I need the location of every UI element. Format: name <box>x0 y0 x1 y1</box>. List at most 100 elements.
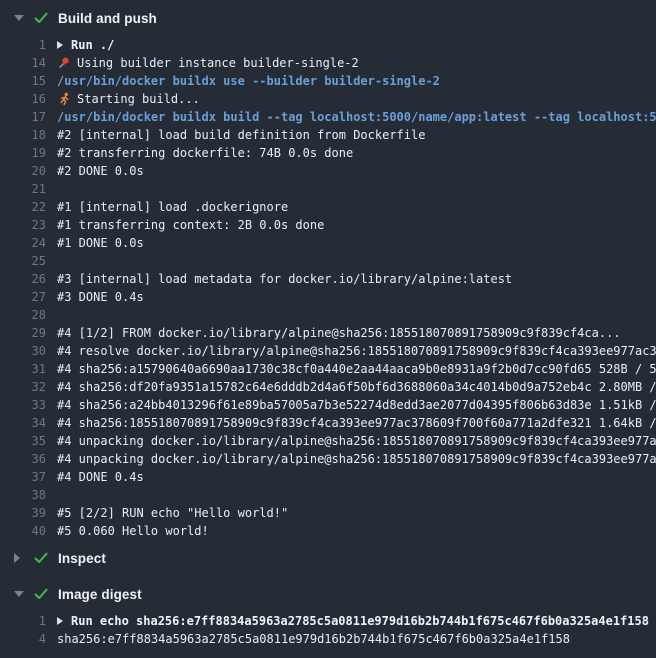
line-number[interactable]: 22 <box>0 198 46 216</box>
group-header-image-digest[interactable]: Image digest <box>0 576 656 612</box>
line-number[interactable]: 1 <box>0 612 46 630</box>
line-number[interactable]: 15 <box>0 72 46 90</box>
log-line-content: #5 0.060 Hello world! <box>57 522 209 540</box>
triangle-down-icon <box>14 15 24 21</box>
log-viewer: Build and push1Run ./14Using builder ins… <box>0 0 656 658</box>
line-number[interactable]: 31 <box>0 360 46 378</box>
line-number[interactable]: 26 <box>0 270 46 288</box>
log-line-content: #3 [internal] load metadata for docker.i… <box>57 270 512 288</box>
line-number[interactable]: 27 <box>0 288 46 306</box>
line-number[interactable]: 19 <box>0 144 46 162</box>
line-number[interactable]: 35 <box>0 432 46 450</box>
log-line: 14 Using builder instance builder-single-… <box>0 54 656 72</box>
log-line: 40 #5 0.060 Hello world! <box>0 522 656 540</box>
log-line: 16 Starting build... <box>0 90 656 108</box>
log-line-content: #1 transferring context: 2B 0.0s done <box>57 216 324 234</box>
line-number[interactable]: 30 <box>0 342 46 360</box>
log-line-content: sha256:e7ff8834a5963a2785c5a0811e979d16b… <box>57 630 570 648</box>
log-line-content: #5 [2/2] RUN echo "Hello world!" <box>57 504 288 522</box>
log-line: 33#4 sha256:a24bb4013296f61e89ba57005a7b… <box>0 396 656 414</box>
log-line: 31 #4 sha256:a15790640a6690aa1730c38cf0a4… <box>0 360 656 378</box>
group-label: Image digest <box>58 587 142 602</box>
log-line: 22 #1 [internal] load .dockerignore <box>0 198 656 216</box>
log-line: 23 #1 transferring context: 2B 0.0s done <box>0 216 656 234</box>
line-number[interactable]: 24 <box>0 234 46 252</box>
log-line: 26 #3 [internal] load metadata for docker… <box>0 270 656 288</box>
log-text: #4 sha256:df20fa9351a15782c64e6dddb2d4a6… <box>57 378 656 396</box>
line-number[interactable]: 32 <box>0 378 46 396</box>
log-line-content: /usr/bin/docker buildx use --builder bui… <box>57 72 440 90</box>
group-header-inspect[interactable]: Inspect <box>0 540 656 576</box>
log-text: #4 resolve docker.io/library/alpine@sha2… <box>57 342 656 360</box>
log-line-content: #4 unpacking docker.io/library/alpine@sh… <box>57 432 656 450</box>
expand-run-icon[interactable] <box>57 617 63 625</box>
line-number[interactable]: 14 <box>0 54 46 72</box>
log-line: 36 #4 unpacking docker.io/library/alpine@… <box>0 450 656 468</box>
log-line: 34 #4 sha256:185518070891758909c9f839cf4c… <box>0 414 656 432</box>
log-line: 29 #4 [1/2] FROM docker.io/library/alpine… <box>0 324 656 342</box>
line-number[interactable]: 36 <box>0 450 46 468</box>
line-number[interactable]: 25 <box>0 252 46 270</box>
log-text: #3 [internal] load metadata for docker.i… <box>57 270 512 288</box>
group-label: Inspect <box>58 551 106 566</box>
log-text: /usr/bin/docker buildx build --tag local… <box>57 108 656 126</box>
line-number[interactable]: 23 <box>0 216 46 234</box>
expand-run-icon[interactable] <box>57 41 63 49</box>
line-number[interactable]: 16 <box>0 90 46 108</box>
runner-emoji <box>57 92 71 106</box>
log-line: 18 #2 [internal] load build definition fr… <box>0 126 656 144</box>
log-line: 20 #2 DONE 0.0s <box>0 162 656 180</box>
log-text: sha256:e7ff8834a5963a2785c5a0811e979d16b… <box>57 630 570 648</box>
line-number[interactable]: 1 <box>0 36 46 54</box>
log-text: Run echo sha256:e7ff8834a5963a2785c5a081… <box>71 612 649 630</box>
line-number[interactable]: 21 <box>0 180 46 198</box>
log-text: #4 sha256:a15790640a6690aa1730c38cf0a440… <box>57 360 656 378</box>
line-number[interactable]: 28 <box>0 306 46 324</box>
line-number[interactable]: 4 <box>0 630 46 648</box>
log-text: #5 0.060 Hello world! <box>57 522 209 540</box>
log-text: #4 [1/2] FROM docker.io/library/alpine@s… <box>57 324 621 342</box>
log-line: 37 #4 DONE 0.4s <box>0 468 656 486</box>
log-line-content: #4 DONE 0.4s <box>57 468 144 486</box>
log-text: Run ./ <box>71 36 114 54</box>
log-line-content: #4 resolve docker.io/library/alpine@sha2… <box>57 342 656 360</box>
log-line-content: /usr/bin/docker buildx build --tag local… <box>57 108 656 126</box>
log-text: Using builder instance builder-single-2 <box>77 54 359 72</box>
group-log-lines: 1 Run ./ 14 Using builder instance builder-… <box>0 36 656 540</box>
log-line-content: #3 DONE 0.4s <box>57 288 144 306</box>
line-number[interactable]: 29 <box>0 324 46 342</box>
log-line-content: Run ./ <box>57 36 114 54</box>
log-line-content: #4 sha256:185518070891758909c9f839cf4ca3… <box>57 414 656 432</box>
line-number[interactable]: 20 <box>0 162 46 180</box>
log-line-content: #1 DONE 0.0s <box>57 234 144 252</box>
log-text: #1 [internal] load .dockerignore <box>57 198 288 216</box>
log-line-content: #4 [1/2] FROM docker.io/library/alpine@s… <box>57 324 621 342</box>
line-number[interactable]: 38 <box>0 486 46 504</box>
line-number[interactable]: 34 <box>0 414 46 432</box>
log-line-content: #4 sha256:a15790640a6690aa1730c38cf0a440… <box>57 360 656 378</box>
log-text: Starting build... <box>77 90 200 108</box>
group-header-build-and-push[interactable]: Build and push <box>0 0 656 36</box>
log-text: #4 DONE 0.4s <box>57 468 144 486</box>
check-icon <box>34 588 48 600</box>
log-line: 21 <box>0 180 656 198</box>
log-line-content: #2 transferring dockerfile: 74B 0.0s don… <box>57 144 353 162</box>
log-line: 27 #3 DONE 0.4s <box>0 288 656 306</box>
log-line-content: #4 sha256:df20fa9351a15782c64e6dddb2d4a6… <box>57 378 656 396</box>
line-number[interactable]: 33 <box>0 396 46 414</box>
log-text: #4 unpacking docker.io/library/alpine@sh… <box>57 450 656 468</box>
line-number[interactable]: 17 <box>0 108 46 126</box>
log-text: #2 DONE 0.0s <box>57 162 144 180</box>
line-number[interactable]: 37 <box>0 468 46 486</box>
log-line: 35 #4 unpacking docker.io/library/alpine@… <box>0 432 656 450</box>
line-number[interactable]: 18 <box>0 126 46 144</box>
pushpin-emoji <box>57 56 71 70</box>
log-line: 39 #5 [2/2] RUN echo "Hello world!" <box>0 504 656 522</box>
log-line: 19 #2 transferring dockerfile: 74B 0.0s d… <box>0 144 656 162</box>
line-number[interactable]: 39 <box>0 504 46 522</box>
line-number[interactable]: 40 <box>0 522 46 540</box>
check-icon <box>34 552 48 564</box>
log-line-content: #2 [internal] load build definition from… <box>57 126 425 144</box>
log-text: #2 [internal] load build definition from… <box>57 126 425 144</box>
log-line: 24 #1 DONE 0.0s <box>0 234 656 252</box>
